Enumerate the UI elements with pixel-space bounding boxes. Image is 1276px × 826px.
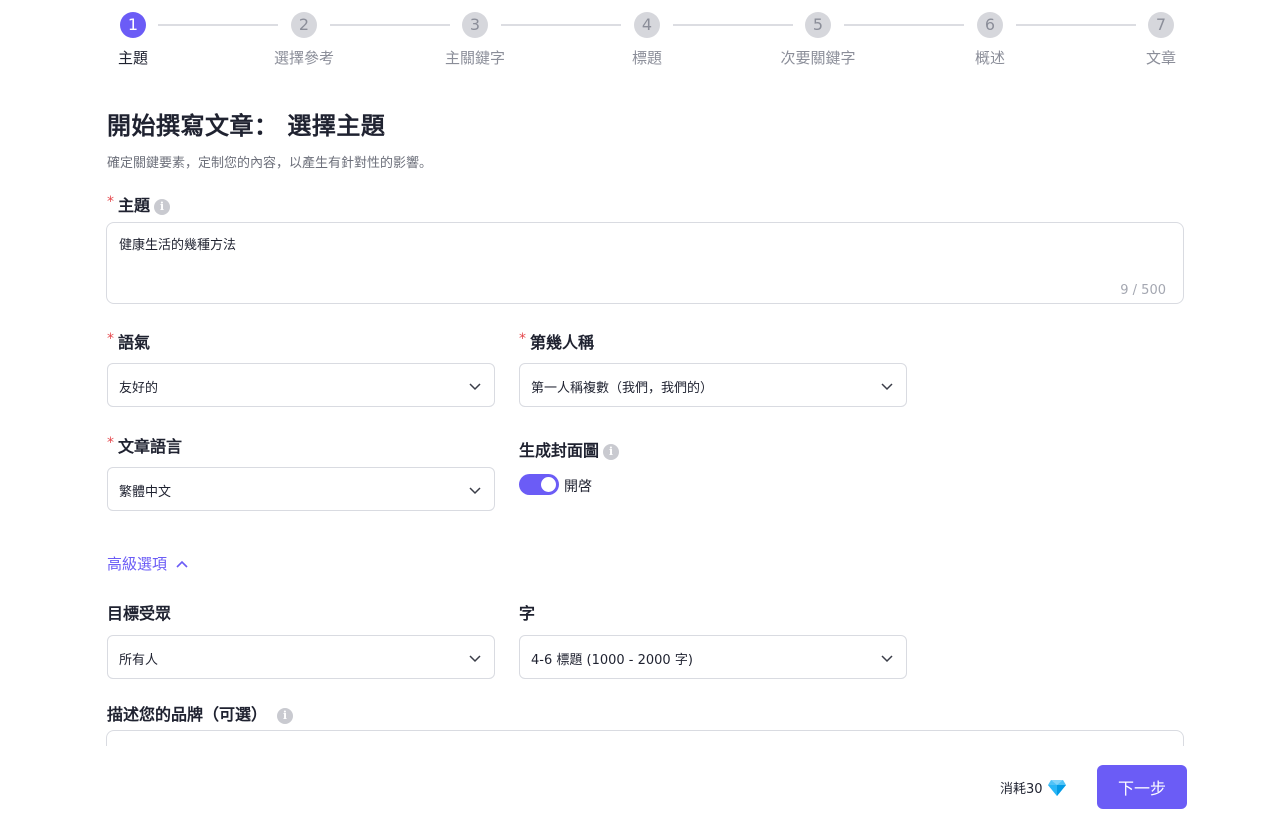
step-secondary-keywords[interactable]: 5 次要關鍵字 [758,12,878,68]
step-title[interactable]: 4 標題 [587,12,707,68]
step-number: 7 [1148,12,1174,38]
step-label: 主關鍵字 [444,49,505,67]
topic-textarea[interactable]: 健康生活的幾種方法 9 / 500 [106,222,1184,304]
step-article[interactable]: 7 文章 [1101,12,1221,68]
cost-indicator: 消耗30 [1000,778,1067,797]
chevron-down-icon [469,655,481,663]
cover-label: 生成封面圖 i [519,437,620,461]
person-value: 第一人稱複數（我們，我們的） [531,381,714,396]
audience-label-text: 目標受眾 [107,604,172,623]
step-label: 選擇參考 [273,49,334,67]
step-label: 文章 [1145,49,1176,67]
tone-select[interactable]: 友好的 [107,363,495,407]
person-label-text: 第幾人稱 [530,333,595,352]
step-label: 主題 [117,49,148,67]
brand-label-text: 描述您的品牌（可選） [107,705,268,724]
step-number: 4 [634,12,660,38]
step-references[interactable]: 2 選擇參考 [244,12,364,68]
step-outline[interactable]: 6 概述 [930,12,1050,68]
cover-toggle[interactable] [519,474,559,495]
length-value: 4-6 標題 (1000 - 2000 字) [531,653,693,668]
tone-label-text: 語氣 [118,333,151,352]
person-label: * 第幾人稱 [519,329,594,353]
topic-label: * 主題 i [107,192,171,216]
page: 1 主題 2 選擇參考 3 主關鍵字 4 標題 5 次要關鍵字 6 概述 7 文… [0,0,1276,826]
info-icon[interactable]: i [603,444,620,460]
required-mark: * [107,331,114,347]
step-topic[interactable]: 1 主題 [73,12,193,68]
language-label: * 文章語言 [107,433,182,457]
cover-label-text: 生成封面圖 [519,441,600,460]
audience-value: 所有人 [119,653,159,668]
step-number: 1 [120,12,146,38]
next-button[interactable]: 下一步 [1097,765,1187,809]
audience-label: 目標受眾 [107,600,171,624]
language-select[interactable]: 繁體中文 [107,467,495,511]
info-icon[interactable]: i [154,199,171,215]
page-subtitle: 確定關鍵要素，定制您的內容，以產生有針對性的影響。 [107,156,433,171]
diamond-icon [1047,780,1066,796]
step-label: 標題 [631,49,662,67]
required-mark: * [519,331,526,347]
step-number: 3 [462,12,488,38]
char-count: 9 / 500 [1120,283,1166,298]
step-number: 2 [291,12,317,38]
language-value: 繁體中文 [119,485,172,500]
page-title: 開始撰寫文章： 選擇主題 [107,112,386,140]
step-label: 概述 [974,49,1005,67]
tone-label: * 語氣 [107,329,150,353]
toggle-knob [541,477,556,492]
chevron-down-icon [469,383,481,391]
advanced-options-label: 高級選項 [107,555,168,573]
topic-value: 健康生活的幾種方法 [119,238,237,253]
length-label-text: 字 [519,604,536,623]
footer-bar: 消耗30 下一步 [0,746,1276,826]
step-number: 6 [977,12,1003,38]
brand-label: 描述您的品牌（可選） i [107,701,294,725]
info-icon[interactable]: i [277,708,294,724]
person-select[interactable]: 第一人稱複數（我們，我們的） [519,363,907,407]
audience-select[interactable]: 所有人 [107,635,495,679]
topic-label-text: 主題 [118,196,151,215]
length-select[interactable]: 4-6 標題 (1000 - 2000 字) [519,635,907,679]
tone-value: 友好的 [119,381,159,396]
required-mark: * [107,435,114,451]
cover-toggle-label: 開啓 [564,479,592,495]
required-mark: * [107,194,114,210]
length-label: 字 [519,600,535,624]
chevron-down-icon [881,655,893,663]
chevron-up-icon [176,560,188,568]
advanced-options-toggle[interactable]: 高級選項 [107,553,189,574]
stepper: 1 主題 2 選擇參考 3 主關鍵字 4 標題 5 次要關鍵字 6 概述 7 文… [0,0,1276,80]
step-main-keyword[interactable]: 3 主關鍵字 [415,12,535,68]
chevron-down-icon [881,383,893,391]
chevron-down-icon [469,487,481,495]
cost-label: 消耗30 [1000,782,1043,797]
step-number: 5 [805,12,831,38]
language-label-text: 文章語言 [118,437,183,456]
step-label: 次要關鍵字 [780,49,856,67]
